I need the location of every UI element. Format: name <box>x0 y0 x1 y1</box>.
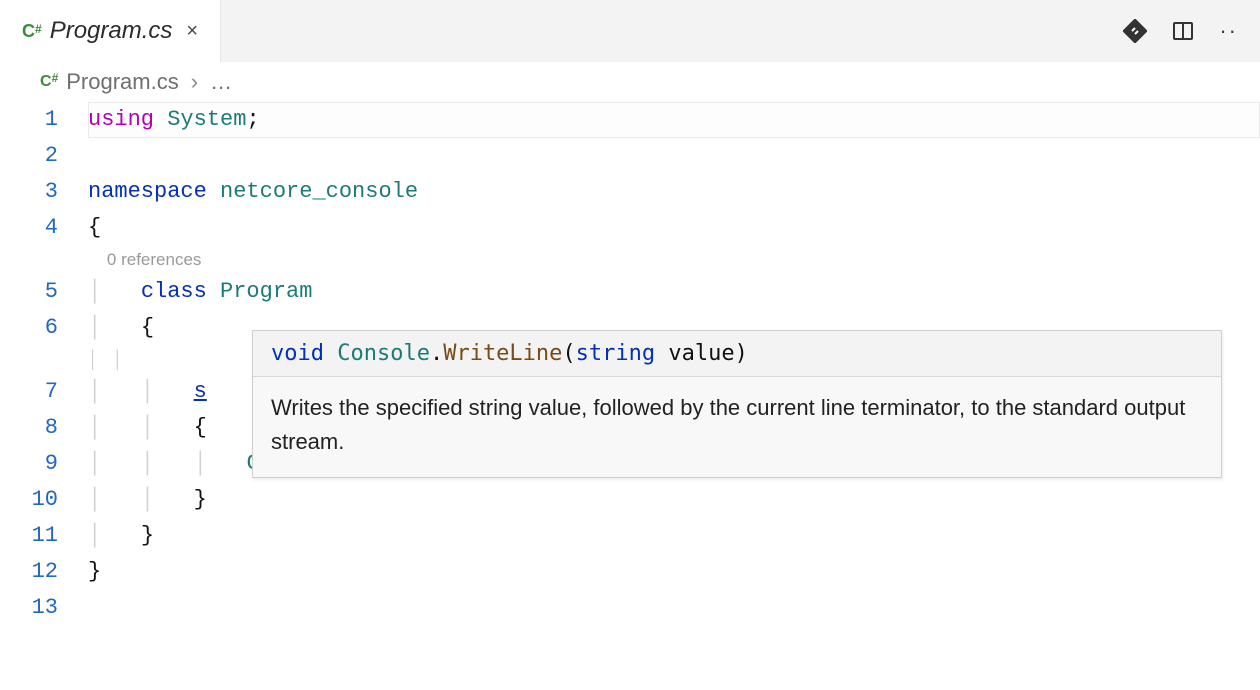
line-number: 2 <box>0 138 88 174</box>
close-tab-button[interactable]: × <box>182 18 202 45</box>
line-number: 5 <box>0 274 88 310</box>
line-number: 1 <box>0 102 88 138</box>
line-number: 8 <box>0 410 88 446</box>
code-line[interactable]: 13 <box>0 590 1260 626</box>
csharp-file-icon: C <box>22 21 40 42</box>
code-editor[interactable]: 1 using System; 2 3 namespace netcore_co… <box>0 102 1260 626</box>
line-number: 4 <box>0 210 88 246</box>
more-actions-button[interactable]: ·· <box>1219 18 1238 44</box>
editor-tab[interactable]: C Program.cs × <box>0 0 221 62</box>
editor-toolbar: ·· <box>1123 0 1260 62</box>
line-number: 6 <box>0 310 88 346</box>
code-line[interactable]: 2 <box>0 138 1260 174</box>
line-number: 10 <box>0 482 88 518</box>
chevron-right-icon: › <box>191 69 198 95</box>
open-changes-icon[interactable] <box>1123 19 1147 43</box>
line-number: 13 <box>0 590 88 626</box>
tab-bar: C Program.cs × ·· <box>0 0 1260 62</box>
line-number: 3 <box>0 174 88 210</box>
codelens[interactable]: . 0 references <box>0 246 1260 274</box>
line-number: 7 <box>0 374 88 410</box>
code-line[interactable]: 12 } <box>0 554 1260 590</box>
line-number: 12 <box>0 554 88 590</box>
line-number: 11 <box>0 518 88 554</box>
code-line[interactable]: 5 │ class Program <box>0 274 1260 310</box>
code-line[interactable]: 10 │ │ } <box>0 482 1260 518</box>
hover-tooltip: void Console.WriteLine(string value) Wri… <box>252 330 1222 478</box>
line-number: 9 <box>0 446 88 482</box>
csharp-file-icon: C <box>40 73 56 91</box>
code-line[interactable]: 11 │ } <box>0 518 1260 554</box>
hover-signature: void Console.WriteLine(string value) <box>253 331 1221 377</box>
breadcrumb-file: Program.cs <box>66 69 178 95</box>
tab-title: Program.cs <box>50 17 173 45</box>
code-line[interactable]: 3 namespace netcore_console <box>0 174 1260 210</box>
code-line[interactable]: 4 { <box>0 210 1260 246</box>
code-line[interactable]: 1 using System; <box>0 102 1260 138</box>
breadcrumb-rest: … <box>210 69 232 95</box>
split-editor-icon[interactable] <box>1171 19 1195 43</box>
hover-documentation: Writes the specified string value, follo… <box>253 377 1221 477</box>
breadcrumb[interactable]: C Program.cs › … <box>0 62 1260 102</box>
